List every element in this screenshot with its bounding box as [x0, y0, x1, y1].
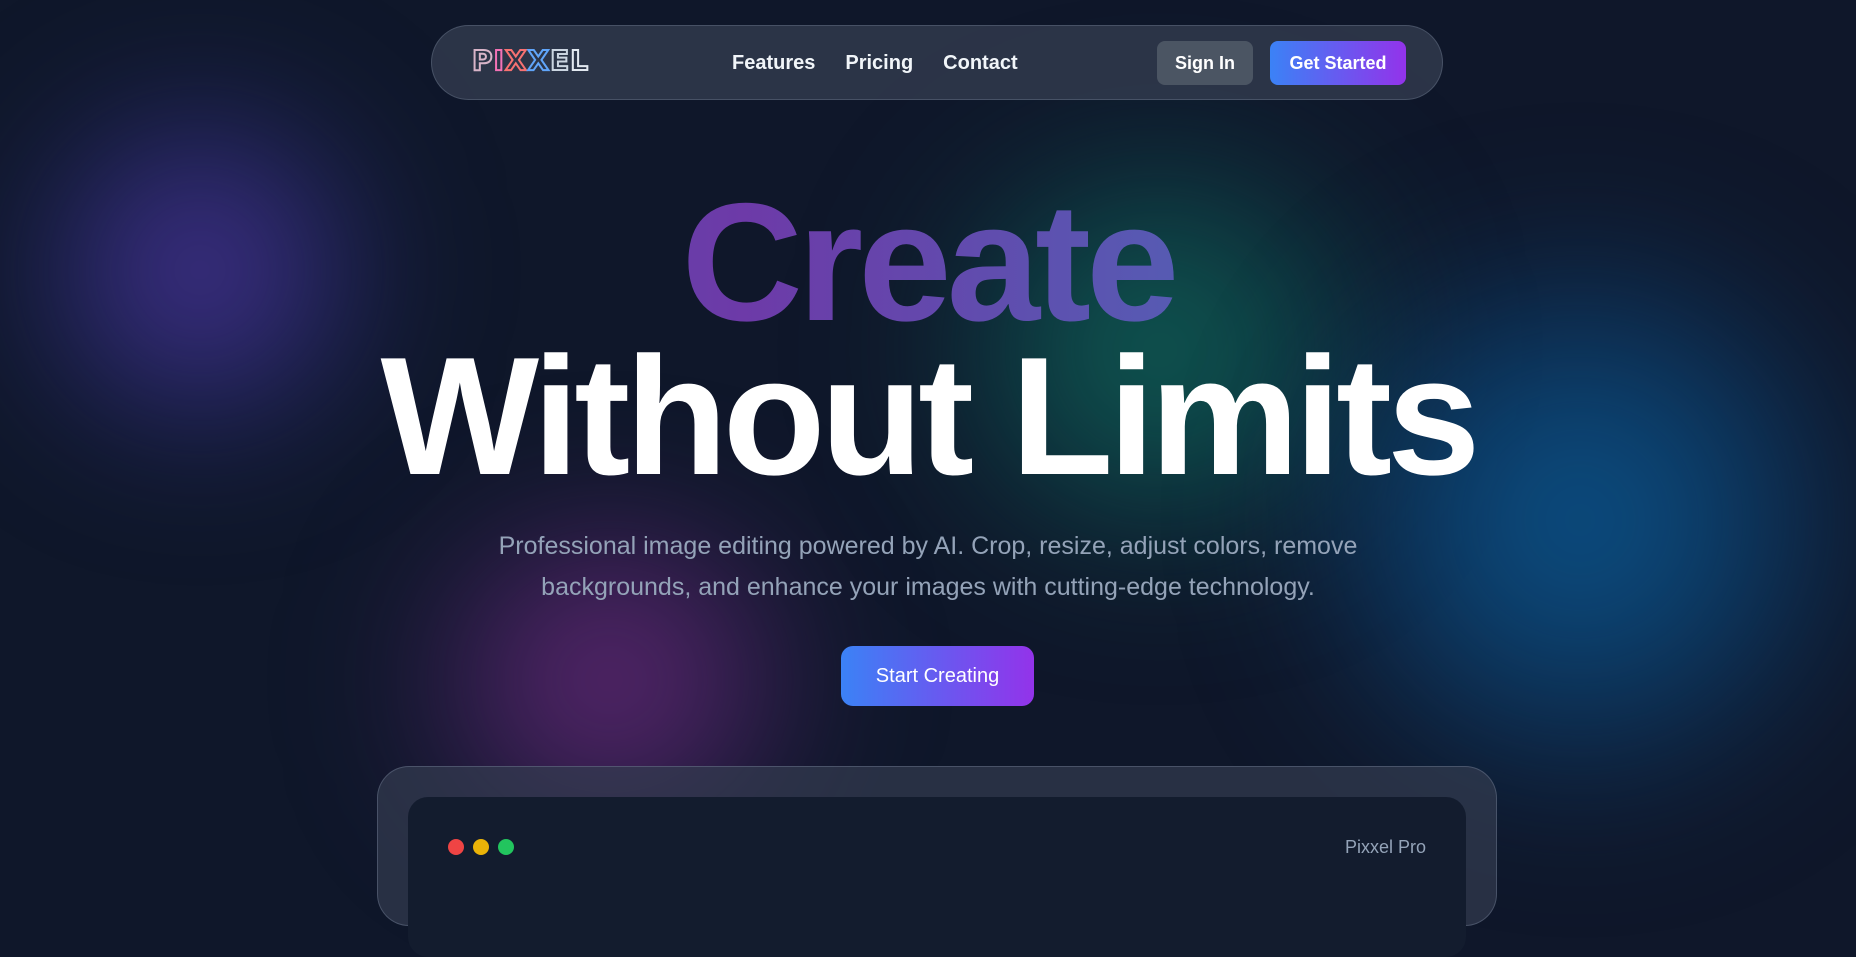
logo-letter: E: [549, 43, 571, 78]
window-minimize-dot: [473, 839, 489, 855]
nav-links: Features Pricing Contact: [732, 26, 1018, 101]
sign-in-button[interactable]: Sign In: [1157, 41, 1253, 85]
hero-title: Without Limits: [380, 322, 1481, 510]
start-creating-button[interactable]: Start Creating: [841, 646, 1034, 706]
nav-link-pricing[interactable]: Pricing: [845, 52, 913, 75]
preview-window-title: Pixxel Pro: [1344, 837, 1426, 857]
window-close-dot: [448, 839, 464, 855]
app-preview-window: Pixxel Pro: [408, 797, 1466, 957]
app-preview-frame: Pixxel Pro: [377, 766, 1497, 957]
logo-letter: X: [504, 43, 528, 78]
logo-letter: L: [569, 43, 590, 78]
nav-link-features[interactable]: Features: [732, 52, 815, 75]
logo-letter: I: [492, 43, 505, 78]
pixxel-logo[interactable]: PIXXEL: [471, 43, 590, 78]
window-maximize-dot: [498, 839, 514, 855]
logo-letter: P: [471, 43, 494, 78]
hero-subtitle: Professional image editing powered by AI…: [498, 532, 1358, 601]
hero-title-gradient: Create: [0, 178, 1856, 346]
logo-letter: X: [527, 43, 551, 78]
get-started-button[interactable]: Get Started: [1270, 41, 1406, 85]
nav-link-contact[interactable]: Contact: [943, 52, 1017, 75]
navbar: PIXXEL Features Pricing Contact Sign In …: [431, 25, 1443, 100]
